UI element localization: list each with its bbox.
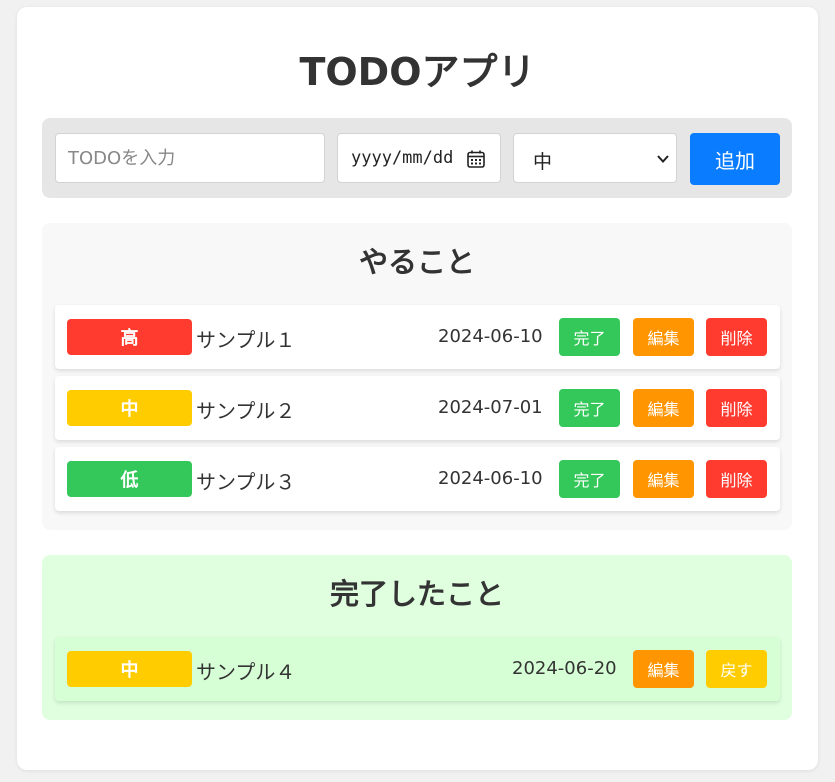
- done-section-title: 完了したこと: [329, 577, 504, 611]
- done-item-date: 2024-06-20: [512, 658, 617, 679]
- add-todo-form: yyyy/mm/dd 中 追加: [42, 118, 792, 198]
- return-button[interactable]: 戻す: [706, 650, 767, 688]
- todo-item: 低 サンプル３ 2024-06-10 完了 編集 削除: [55, 447, 780, 511]
- priority-select[interactable]: 中: [513, 133, 677, 183]
- priority-badge-high: 高: [67, 319, 192, 355]
- priority-badge-medium: 中: [67, 390, 192, 426]
- todo-item: 中 サンプル２ 2024-07-01 完了 編集 削除: [55, 376, 780, 440]
- date-input[interactable]: yyyy/mm/dd: [337, 133, 501, 183]
- todo-item-text: サンプル２: [196, 399, 296, 423]
- done-item: 中 サンプル４ 2024-06-20 編集 戻す: [55, 637, 780, 701]
- todo-item: 高 サンプル１ 2024-06-10 完了 編集 削除: [55, 305, 780, 369]
- todo-item-date: 2024-06-10: [438, 326, 543, 347]
- delete-button[interactable]: 削除: [706, 460, 767, 498]
- complete-button[interactable]: 完了: [559, 389, 620, 427]
- todo-item-date: 2024-07-01: [438, 397, 543, 418]
- todo-item-text: サンプル３: [196, 470, 296, 494]
- delete-button[interactable]: 削除: [706, 389, 767, 427]
- edit-button[interactable]: 編集: [633, 389, 694, 427]
- edit-button[interactable]: 編集: [633, 460, 694, 498]
- todo-text-input[interactable]: [55, 133, 325, 183]
- todo-item-text: サンプル１: [196, 328, 296, 352]
- priority-badge-low: 低: [67, 461, 192, 497]
- chevron-down-icon: [657, 155, 669, 163]
- done-item-text: サンプル４: [196, 660, 296, 684]
- calendar-icon[interactable]: [466, 149, 486, 169]
- complete-button[interactable]: 完了: [559, 318, 620, 356]
- done-section: 完了したこと 中 サンプル４ 2024-06-20 編集 戻す: [42, 555, 792, 720]
- app-card: TODOアプリ yyyy/mm/dd 中 追加: [17, 7, 818, 770]
- todo-item-date: 2024-06-10: [438, 468, 543, 489]
- priority-badge-medium: 中: [67, 651, 192, 687]
- edit-button[interactable]: 編集: [633, 318, 694, 356]
- date-placeholder: yyyy/mm/dd: [351, 148, 454, 168]
- add-button[interactable]: 追加: [690, 133, 780, 185]
- edit-button[interactable]: 編集: [633, 650, 694, 688]
- page-title: TODOアプリ: [299, 50, 536, 94]
- todo-section: やること 高 サンプル１ 2024-06-10 完了 編集 削除 中 サンプル２…: [42, 223, 792, 530]
- complete-button[interactable]: 完了: [559, 460, 620, 498]
- delete-button[interactable]: 削除: [706, 318, 767, 356]
- todo-section-title: やること: [358, 245, 475, 279]
- priority-select-value: 中: [533, 151, 553, 173]
